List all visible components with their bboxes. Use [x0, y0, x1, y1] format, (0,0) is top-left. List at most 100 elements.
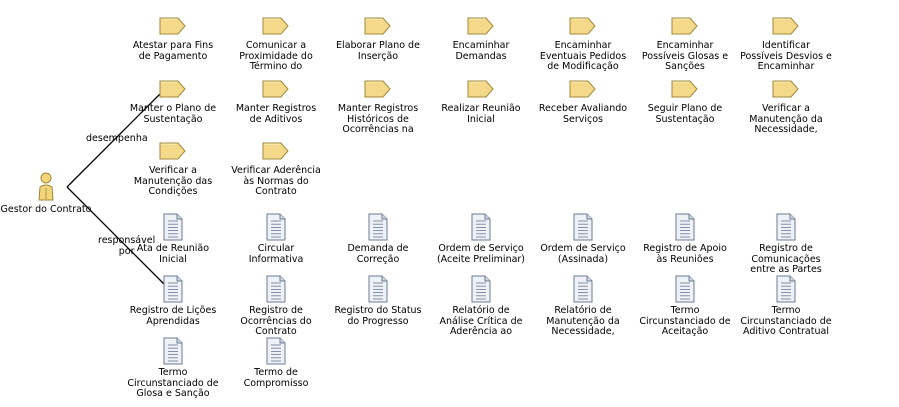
activity-label: Verificar a Manutenção das Condições — [133, 165, 213, 197]
artifact-node[interactable]: Termo Circunstanciado de Aceitação — [633, 275, 737, 338]
activity-label: Manter Registros Históricos de Ocorrênci… — [337, 103, 419, 135]
artifact-label: Termo Circunstanciado de Glosa e Sanção — [127, 367, 219, 399]
folder-icon — [569, 17, 596, 35]
document-icon — [266, 275, 286, 303]
artifact-node[interactable]: Registro de Ocorrências do Contrato — [224, 275, 328, 338]
artifact-label: Termo de Compromisso — [243, 367, 309, 389]
activity-node[interactable]: Manter Registros Históricos de Ocorrênci… — [326, 80, 430, 136]
artifact-label: Registro de Lições Aprendidas — [129, 305, 217, 327]
activity-node[interactable]: Realizar Reunião Inicial — [429, 80, 533, 125]
artifact-node[interactable]: Registro do Status do Progresso — [326, 275, 430, 327]
document-icon — [266, 213, 286, 241]
activity-label: Verificar a Manutenção da Necessidade, — [749, 103, 823, 135]
actor-name: Gestor do Contrato — [0, 204, 92, 215]
document-icon — [368, 275, 388, 303]
artifact-label: Registro de Comunicações entre as Partes — [750, 243, 822, 275]
artifact-label: Ordem de Serviço (Aceite Preliminar) — [436, 243, 526, 265]
document-icon — [573, 213, 593, 241]
document-icon — [471, 213, 491, 241]
activity-label: Encaminhar Demandas — [452, 40, 510, 62]
document-icon — [163, 213, 183, 241]
activity-node[interactable]: Comunicar a Proximidade do Término do — [224, 17, 328, 73]
activity-node[interactable]: Identificar Possíveis Desvios e Encaminh… — [734, 17, 838, 73]
document-icon — [675, 275, 695, 303]
document-icon — [776, 275, 796, 303]
folder-icon — [159, 142, 186, 160]
activity-label: Seguir Plano de Sustentação — [647, 103, 723, 125]
activity-label: Manter Registros de Aditivos — [235, 103, 317, 125]
activity-node[interactable]: Encaminhar Possíveis Glosas e Sanções — [633, 17, 737, 73]
folder-icon — [569, 80, 596, 98]
artifact-label: Termo Circunstanciado de Aditivo Contrat… — [740, 305, 832, 337]
folder-icon — [262, 80, 289, 98]
activity-node[interactable]: Atestar para Fins de Pagamento — [121, 17, 225, 62]
folder-icon — [467, 17, 494, 35]
folder-icon — [671, 17, 698, 35]
artifact-node[interactable]: Circular Informativa — [224, 213, 328, 265]
actor-node[interactable]: Gestor do Contrato — [0, 172, 92, 215]
artifact-node[interactable]: Ordem de Serviço (Aceite Preliminar) — [429, 213, 533, 265]
folder-icon — [159, 17, 186, 35]
artifact-label: Registro do Status do Progresso — [334, 305, 422, 327]
activity-label: Manter o Plano de Sustentação — [129, 103, 217, 125]
activity-node[interactable]: Verificar a Manutenção da Necessidade, — [734, 80, 838, 136]
artifact-node[interactable]: Registro de Apoio às Reuniões — [633, 213, 737, 265]
artifact-label: Demanda de Correção — [347, 243, 409, 265]
activity-node[interactable]: Verificar Aderência às Normas do Contrat… — [224, 142, 328, 198]
folder-icon — [671, 80, 698, 98]
artifact-node[interactable]: Termo Circunstanciado de Aditivo Contrat… — [734, 275, 838, 338]
role-diagram: Gestor do Contrato desempenha responsáve… — [0, 0, 899, 407]
folder-icon — [772, 80, 799, 98]
folder-icon — [364, 80, 391, 98]
document-icon — [163, 337, 183, 365]
folder-icon — [364, 17, 391, 35]
folder-icon — [262, 142, 289, 160]
activity-label: Verificar Aderência às Normas do Contrat… — [231, 165, 321, 197]
document-icon — [163, 275, 183, 303]
folder-icon — [159, 80, 186, 98]
artifact-node[interactable]: Ata de Reunião Inicial — [121, 213, 225, 265]
document-icon — [368, 213, 388, 241]
activity-node[interactable]: Elaborar Plano de Inserção — [326, 17, 430, 62]
activity-label: Atestar para Fins de Pagamento — [132, 40, 214, 62]
document-icon — [573, 275, 593, 303]
artifact-node[interactable]: Relatório de Análise Crítica de Aderênci… — [429, 275, 533, 338]
artifact-label: Termo Circunstanciado de Aceitação — [639, 305, 731, 337]
artifact-node[interactable]: Ordem de Serviço (Assinada) — [531, 213, 635, 265]
folder-icon — [262, 17, 289, 35]
artifact-label: Relatório de Manutenção da Necessidade, — [546, 305, 620, 337]
activity-label: Encaminhar Eventuais Pedidos de Modifica… — [539, 40, 627, 72]
artifact-label: Registro de Apoio às Reuniões — [643, 243, 727, 265]
activity-node[interactable]: Encaminhar Eventuais Pedidos de Modifica… — [531, 17, 635, 73]
artifact-label: Relatório de Análise Crítica de Aderênci… — [439, 305, 523, 337]
activity-label: Receber Avaliando Serviços — [538, 103, 628, 125]
actor-icon — [38, 172, 54, 201]
activity-node[interactable]: Manter Registros de Aditivos — [224, 80, 328, 125]
activity-node[interactable]: Manter o Plano de Sustentação — [121, 80, 225, 125]
document-icon — [266, 337, 286, 365]
activity-node[interactable]: Verificar a Manutenção das Condições — [121, 142, 225, 198]
document-icon — [471, 275, 491, 303]
activity-node[interactable]: Seguir Plano de Sustentação — [633, 80, 737, 125]
artifact-node[interactable]: Relatório de Manutenção da Necessidade, — [531, 275, 635, 338]
artifact-label: Ordem de Serviço (Assinada) — [540, 243, 626, 265]
document-icon — [675, 213, 695, 241]
activity-node[interactable]: Receber Avaliando Serviços — [531, 80, 635, 125]
document-icon — [776, 213, 796, 241]
activity-label: Identificar Possíveis Desvios e Encaminh… — [740, 40, 832, 72]
activity-label: Realizar Reunião Inicial — [441, 103, 521, 125]
artifact-label: Registro de Ocorrências do Contrato — [240, 305, 312, 337]
artifact-node[interactable]: Registro de Lições Aprendidas — [121, 275, 225, 327]
artifact-node[interactable]: Termo Circunstanciado de Glosa e Sanção — [121, 337, 225, 400]
artifact-node[interactable]: Termo de Compromisso — [224, 337, 328, 389]
artifact-label: Circular Informativa — [248, 243, 304, 265]
artifact-label: Ata de Reunião Inicial — [136, 243, 210, 265]
artifact-node[interactable]: Demanda de Correção — [326, 213, 430, 265]
activity-label: Comunicar a Proximidade do Término do — [239, 40, 313, 72]
activity-label: Encaminhar Possíveis Glosas e Sanções — [641, 40, 729, 72]
activity-label: Elaborar Plano de Inserção — [336, 40, 420, 62]
folder-icon — [467, 80, 494, 98]
activity-node[interactable]: Encaminhar Demandas — [429, 17, 533, 62]
artifact-node[interactable]: Registro de Comunicações entre as Partes — [734, 213, 838, 276]
folder-icon — [772, 17, 799, 35]
